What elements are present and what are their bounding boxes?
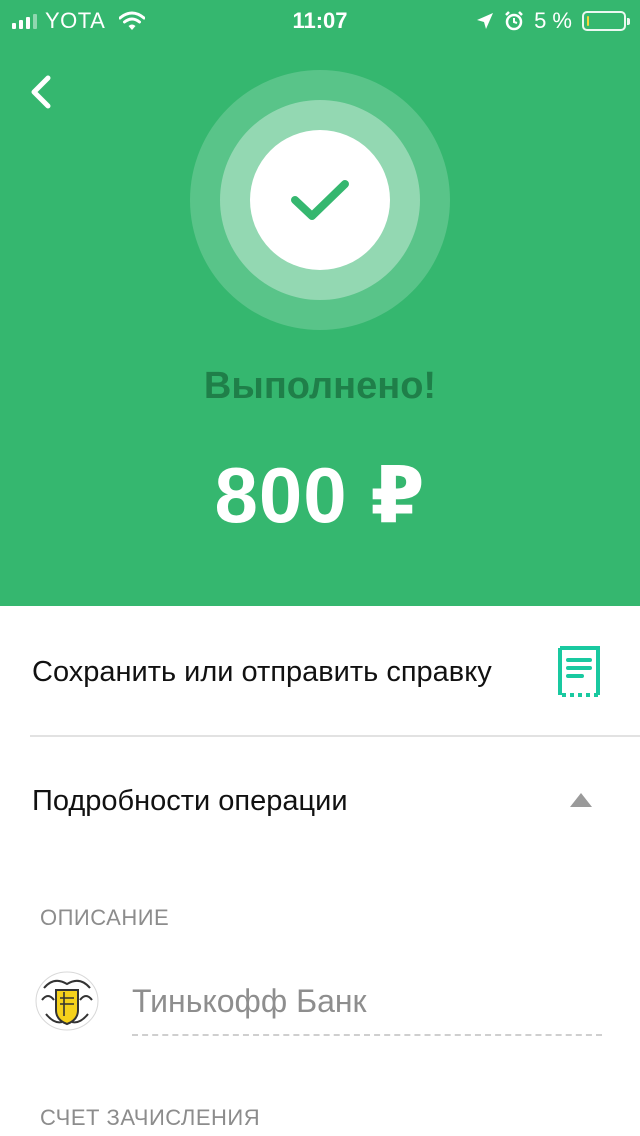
status-bar: YOTA 11:07 5 %	[0, 0, 640, 40]
save-receipt-row[interactable]: Сохранить или отправить справку	[0, 606, 640, 736]
checkmark-icon	[291, 180, 349, 220]
description-underline	[132, 1034, 602, 1036]
battery-level	[587, 16, 589, 26]
operation-details-toggle[interactable]: Подробности операции	[0, 737, 640, 867]
back-button[interactable]	[22, 68, 62, 118]
description-section-title: ОПИСАНИЕ	[40, 905, 170, 930]
alarm-clock-icon	[505, 11, 523, 31]
description-value: Тинькофф Банк	[132, 983, 367, 1019]
tinkoff-logo-icon	[35, 971, 99, 1031]
receipt-icon[interactable]	[556, 646, 602, 698]
payment-amount: 800 ₽	[214, 451, 426, 539]
success-status-text: Выполнено!	[203, 365, 437, 407]
location-arrow-icon	[477, 13, 494, 29]
status-right: 5 %	[476, 8, 630, 34]
battery-icon	[582, 11, 630, 31]
battery-percent: 5 %	[534, 8, 572, 33]
operation-details-label: Подробности операции	[32, 785, 348, 817]
account-section-title: СЧЕТ ЗАЧИСЛЕНИЯ	[40, 1105, 261, 1130]
collapse-triangle-icon[interactable]	[570, 793, 592, 807]
save-receipt-label: Сохранить или отправить справку	[32, 656, 492, 688]
success-header: YOTA 11:07 5 % Выполнено! 800 ₽	[0, 0, 640, 606]
